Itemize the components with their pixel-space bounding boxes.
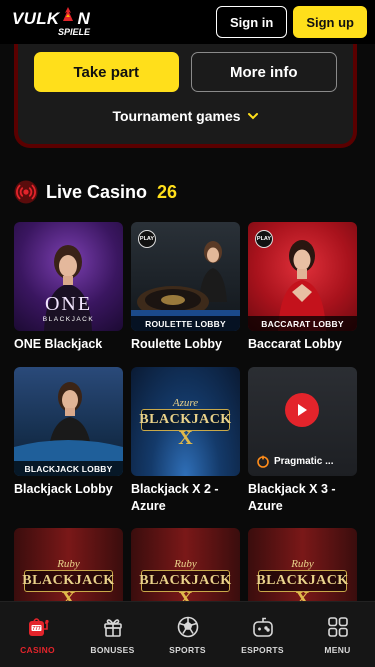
nav-label: SPORTS [169,644,206,655]
thumbnail-subtitle: Azure [172,397,199,409]
soccer-ball-icon [177,616,198,637]
thumbnail-subtitle: Ruby [57,558,80,570]
svg-text:777: 777 [32,626,41,632]
game-tile[interactable]: BLACKJACK LOBBY Blackjack Lobby [14,367,123,498]
pragmatic-play-badge: PLAY [138,230,156,248]
game-name: ONE Blackjack [14,337,103,351]
bottom-navigation: 777 CASINO BONUSES SPORTS ESPORTS MENU [0,601,375,667]
nav-casino[interactable]: 777 CASINO [0,602,75,667]
play-button-icon[interactable] [285,393,319,427]
roulette-lobby-thumbnail[interactable]: PLAY ROULETTE LOBBY [131,222,240,331]
nav-label: BONUSES [90,644,135,655]
section-title: Live Casino [46,181,148,202]
one-logo-text: ONE [44,293,93,315]
tournament-games-toggle[interactable]: Tournament games [18,108,353,124]
one-logo-subtext: BLACKJACK [42,316,95,323]
nav-label: ESPORTS [241,644,284,655]
more-info-button[interactable]: More info [190,52,337,92]
thumbnail-subtitle: Ruby [291,558,314,570]
pragmatic-play-badge: PLAY [255,230,273,248]
logo-wordmark: VULK N [12,7,91,28]
nav-label: MENU [324,644,351,655]
blackjack-x2-azure-thumbnail[interactable]: Azure BLACKJACK X [131,367,240,476]
provider-name: Pragmatic ... [274,455,334,467]
game-name: Blackjack X 3 - Azure [248,482,336,513]
pragmatic-flame-icon [257,455,269,468]
nav-label: CASINO [20,644,55,655]
one-blackjack-thumbnail[interactable]: ONE BLACKJACK [14,222,123,331]
thumbnail-subtitle: Ruby [174,558,197,570]
dealer-illustration [14,382,123,476]
pragmatic-play-thumbnail[interactable]: Pragmatic ... [248,367,357,476]
volcano-icon [63,7,74,21]
live-broadcast-icon [14,180,38,204]
gamepad-icon [252,617,273,637]
live-casino-heading[interactable]: Live Casino 26 [14,180,177,204]
game-tile[interactable]: PLAY ROULETTE LOBBY Roulette Lobby [131,222,240,353]
top-header: VULK N SPIELE Sign in Sign up [0,0,375,44]
gift-icon [103,618,122,637]
tournament-games-label: Tournament games [112,108,241,124]
sign-up-button[interactable]: Sign up [293,6,367,38]
vulkan-logo[interactable]: VULK N SPIELE [12,7,90,37]
x-mark: X [178,427,193,449]
thumbnail-caption: BACCARAT LOBBY [248,316,357,331]
provider-label: Pragmatic ... [256,454,333,468]
blackjack-lobby-thumbnail[interactable]: BLACKJACK LOBBY [14,367,123,476]
take-part-button[interactable]: Take part [34,52,179,92]
chevron-down-icon [247,113,258,120]
thumbnail-caption: BLACKJACK LOBBY [14,461,123,476]
thumbnail-caption: ROULETTE LOBBY [131,316,240,331]
game-tile[interactable]: Pragmatic ... Blackjack X 3 - Azure [248,367,357,515]
nav-sports[interactable]: SPORTS [150,602,225,667]
section-count-badge: 26 [157,181,178,202]
sign-in-button[interactable]: Sign in [215,6,288,38]
game-name: Blackjack Lobby [14,482,113,496]
game-name: Baccarat Lobby [248,337,342,351]
nav-bonuses[interactable]: BONUSES [75,602,150,667]
game-tile[interactable]: Azure BLACKJACK X Blackjack X 2 - Azure [131,367,240,515]
grid-menu-icon [327,616,348,637]
baccarat-lobby-thumbnail[interactable]: PLAY BACCARAT LOBBY [248,222,357,331]
logo-subtitle: SPIELE [58,27,91,37]
slot-machine-icon: 777 [28,617,49,636]
game-name: Blackjack X 2 - Azure [131,482,219,513]
game-tile[interactable]: ONE BLACKJACK ONE Blackjack [14,222,123,353]
game-tile[interactable]: PLAY BACCARAT LOBBY Baccarat Lobby [248,222,357,353]
one-blackjack-logo: ONE BLACKJACK [14,293,123,323]
nav-esports[interactable]: ESPORTS [225,602,300,667]
tournament-actions: Take part More info [34,52,337,92]
nav-menu[interactable]: MENU [300,602,375,667]
game-name: Roulette Lobby [131,337,222,351]
